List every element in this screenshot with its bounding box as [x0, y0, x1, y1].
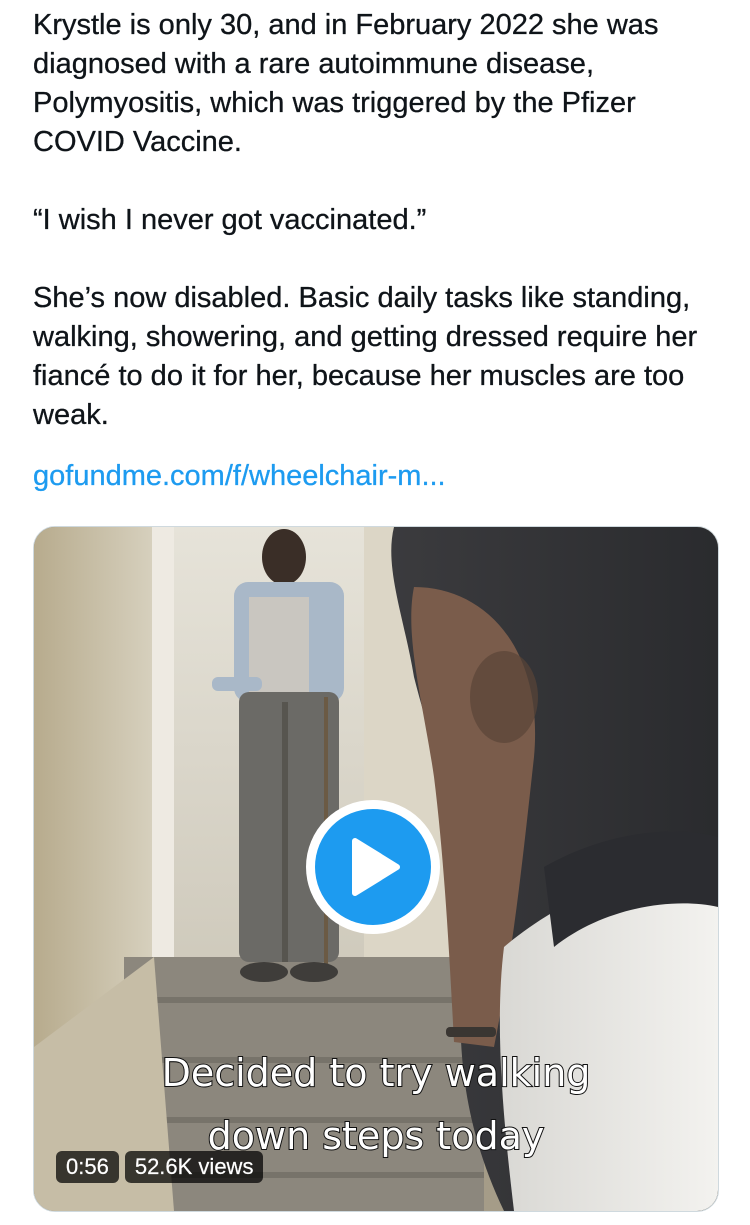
play-button-circle [315, 809, 431, 925]
video-views-badge: 52.6K views [124, 1151, 264, 1183]
tweet-text: Krystle is only 30, and in February 2022… [33, 6, 723, 496]
video-caption-line-1: Decided to try walking [161, 1050, 592, 1096]
video-player[interactable]: Decided to try walking down steps today … [33, 526, 719, 1212]
play-icon [352, 838, 400, 896]
play-button[interactable] [306, 800, 440, 934]
video-meta: 0:56 52.6K views [56, 1151, 264, 1183]
tweet-paragraph: She’s now disabled. Basic daily tasks li… [33, 282, 698, 431]
tweet-quote: “I wish I never got vaccinated.” [33, 204, 427, 236]
video-duration-badge: 0:56 [56, 1151, 119, 1183]
tweet-paragraph: Krystle is only 30, and in February 2022… [33, 9, 659, 158]
gofundme-link[interactable]: gofundme.com/f/wheelchair-m... [33, 457, 723, 496]
